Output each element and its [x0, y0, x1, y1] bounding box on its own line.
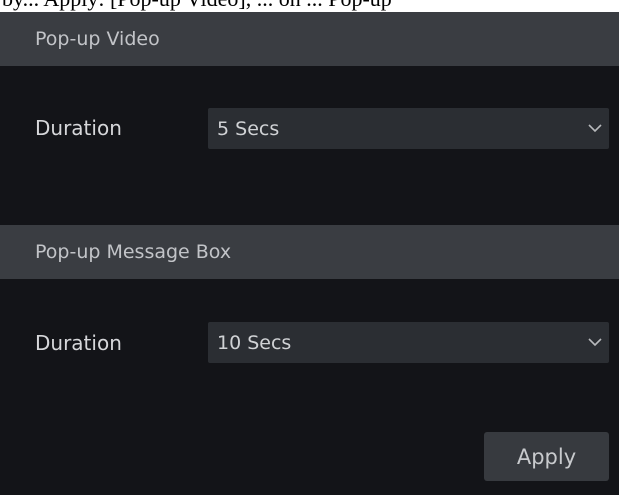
apply-button[interactable]: Apply	[484, 432, 609, 481]
popup-message-box-duration-value: 10 Secs	[217, 331, 292, 354]
apply-button-label: Apply	[516, 444, 577, 469]
popup-message-box-duration-label: Duration	[35, 331, 122, 355]
popup-video-duration-value: 5 Secs	[217, 117, 280, 140]
section-title-popup-video: Pop-up Video	[35, 28, 160, 50]
popup-video-duration-select[interactable]: 5 Secs	[208, 108, 609, 149]
section-header-popup-message-box: Pop-up Message Box	[0, 225, 619, 279]
chevron-down-icon	[588, 124, 602, 133]
document-text-fragment: by... Apply: [Pop-up Video], ... on ... …	[2, 0, 392, 11]
popup-message-box-duration-select[interactable]: 10 Secs	[208, 322, 609, 363]
section-header-popup-video: Pop-up Video	[0, 12, 619, 66]
popup-video-duration-label: Duration	[35, 116, 122, 140]
section-title-popup-message-box: Pop-up Message Box	[35, 241, 232, 263]
document-text-strip: by... Apply: [Pop-up Video], ... on ... …	[0, 0, 619, 12]
chevron-down-icon	[588, 338, 602, 347]
